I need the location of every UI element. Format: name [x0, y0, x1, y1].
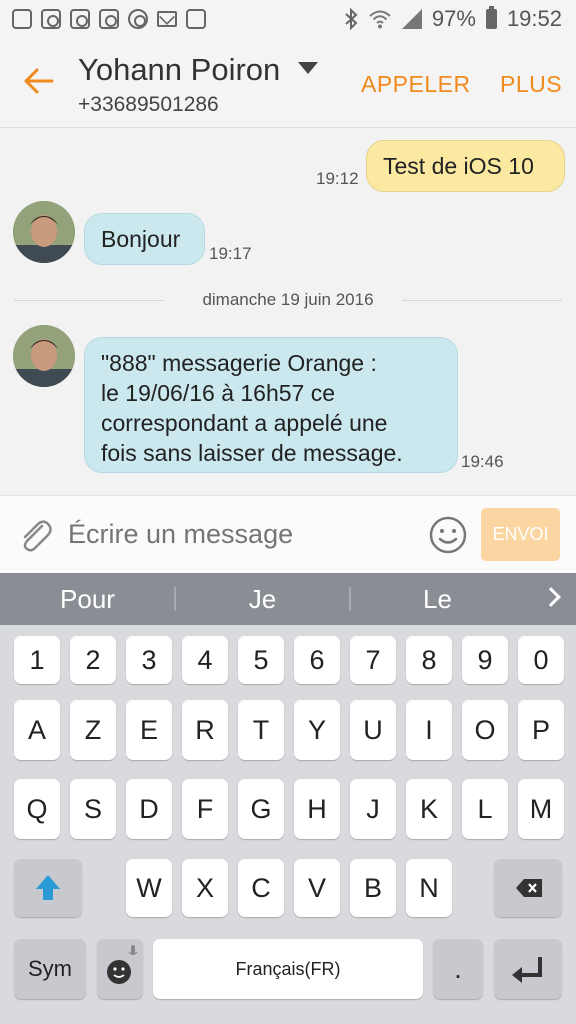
key-f[interactable]: F: [182, 779, 228, 839]
key-9[interactable]: 9: [462, 636, 508, 684]
key-3[interactable]: 3: [126, 636, 172, 684]
key-i[interactable]: I: [406, 700, 452, 760]
key-u[interactable]: U: [350, 700, 396, 760]
key-s[interactable]: S: [70, 779, 116, 839]
key-j[interactable]: J: [350, 779, 396, 839]
keyboard: Sym Français(FR) . 1234567890 AZERTYUIOP Q…: [0, 625, 576, 1024]
message-list[interactable]: 19:12 Test de iOS 10 Bonjour 19:17 diman…: [0, 129, 576, 495]
enter-key[interactable]: [494, 939, 562, 999]
message-input[interactable]: [68, 514, 408, 554]
backspace-key[interactable]: [494, 859, 562, 917]
avatar-photo: [13, 201, 75, 263]
message-time: 19:46: [461, 452, 504, 471]
key-v[interactable]: V: [294, 859, 340, 917]
key-w[interactable]: W: [126, 859, 172, 917]
key-n[interactable]: N: [406, 859, 452, 917]
status-bar: 97% 19:52: [0, 0, 576, 40]
avatar-photo: [13, 325, 75, 387]
key-2[interactable]: 2: [70, 636, 116, 684]
back-arrow-icon[interactable]: [22, 64, 56, 98]
word-suggestions: Pour Je Le: [0, 573, 576, 625]
message-line: correspondant a appelé une: [101, 410, 388, 436]
emoji-icon: [107, 945, 138, 984]
key-0[interactable]: 0: [518, 636, 564, 684]
more-button[interactable]: PLUS: [500, 71, 562, 98]
incoming-message-bubble[interactable]: "888" messagerie Orange : le 19/06/16 à …: [84, 337, 458, 473]
chevron-down-icon[interactable]: [298, 62, 318, 74]
battery-percent: 97%: [431, 6, 476, 31]
call-button[interactable]: APPELER: [361, 71, 471, 98]
suggestion-item[interactable]: Pour: [0, 573, 175, 625]
chevron-right-icon[interactable]: [541, 587, 561, 607]
key-a[interactable]: A: [14, 700, 60, 760]
clock: 19:52: [506, 6, 562, 31]
key-r[interactable]: R: [182, 700, 228, 760]
outgoing-message-bubble[interactable]: Test de iOS 10: [366, 140, 565, 192]
contact-avatar[interactable]: [13, 325, 75, 387]
send-button[interactable]: ENVOI: [481, 508, 560, 561]
message-line: le 19/06/16 à 16h57 ce: [101, 380, 336, 406]
date-separator: dimanche 19 juin 2016: [14, 289, 562, 313]
key-q[interactable]: Q: [14, 779, 60, 839]
message-time: 19:17: [209, 244, 252, 263]
instagram-icon: [41, 9, 61, 29]
incoming-message-bubble[interactable]: Bonjour: [84, 213, 205, 265]
key-p[interactable]: P: [518, 700, 564, 760]
contact-number: +33689501286: [78, 93, 219, 116]
emoji-icon[interactable]: [428, 515, 468, 555]
key-8[interactable]: 8: [406, 636, 452, 684]
message-time: 19:12: [316, 169, 359, 188]
key-c[interactable]: C: [238, 859, 284, 917]
message-line: fois sans laisser de message.: [101, 440, 403, 466]
suggestion-item[interactable]: Le: [351, 573, 524, 625]
emoji-key[interactable]: [97, 939, 143, 999]
key-l[interactable]: L: [462, 779, 508, 839]
signal-icon: [401, 9, 422, 29]
message-composer: ENVOI: [0, 495, 576, 573]
suggestion-item[interactable]: Je: [176, 573, 349, 625]
key-h[interactable]: H: [294, 779, 340, 839]
notification-icons: [12, 9, 206, 29]
message-line: "888" messagerie Orange :: [101, 350, 377, 376]
case-icon: [186, 9, 206, 29]
key-b[interactable]: B: [350, 859, 396, 917]
key-1[interactable]: 1: [14, 636, 60, 684]
key-k[interactable]: K: [406, 779, 452, 839]
key-e[interactable]: E: [126, 700, 172, 760]
instagram-icon: [70, 9, 90, 29]
contact-name[interactable]: Yohann Poiron: [78, 52, 280, 88]
space-key[interactable]: Français(FR): [153, 939, 423, 999]
key-y[interactable]: Y: [294, 700, 340, 760]
key-z[interactable]: Z: [70, 700, 116, 760]
contact-avatar[interactable]: [13, 201, 75, 263]
shift-arrow-icon: [36, 875, 60, 900]
key-x[interactable]: X: [182, 859, 228, 917]
mail-icon: [157, 11, 177, 27]
backspace-icon: [516, 879, 542, 897]
key-d[interactable]: D: [126, 779, 172, 839]
recorder-icon: [128, 9, 148, 29]
gallery-icon: [12, 9, 32, 29]
period-key[interactable]: .: [433, 939, 483, 999]
key-m[interactable]: M: [518, 779, 564, 839]
sym-key[interactable]: Sym: [14, 939, 86, 999]
key-g[interactable]: G: [238, 779, 284, 839]
key-5[interactable]: 5: [238, 636, 284, 684]
date-separator-label: dimanche 19 juin 2016: [202, 290, 374, 309]
instagram-icon: [99, 9, 119, 29]
key-t[interactable]: T: [238, 700, 284, 760]
key-o[interactable]: O: [462, 700, 508, 760]
system-indicators: 97% 19:52: [344, 6, 562, 32]
attachment-icon[interactable]: [18, 516, 54, 554]
battery-icon: [485, 6, 497, 29]
key-7[interactable]: 7: [350, 636, 396, 684]
wifi-icon: [369, 10, 391, 29]
conversation-header: Yohann Poiron +33689501286 APPELER PLUS: [0, 40, 576, 128]
bluetooth-icon: [345, 8, 358, 30]
enter-icon: [512, 957, 542, 983]
key-4[interactable]: 4: [182, 636, 228, 684]
key-6[interactable]: 6: [294, 636, 340, 684]
shift-key[interactable]: [14, 859, 82, 917]
